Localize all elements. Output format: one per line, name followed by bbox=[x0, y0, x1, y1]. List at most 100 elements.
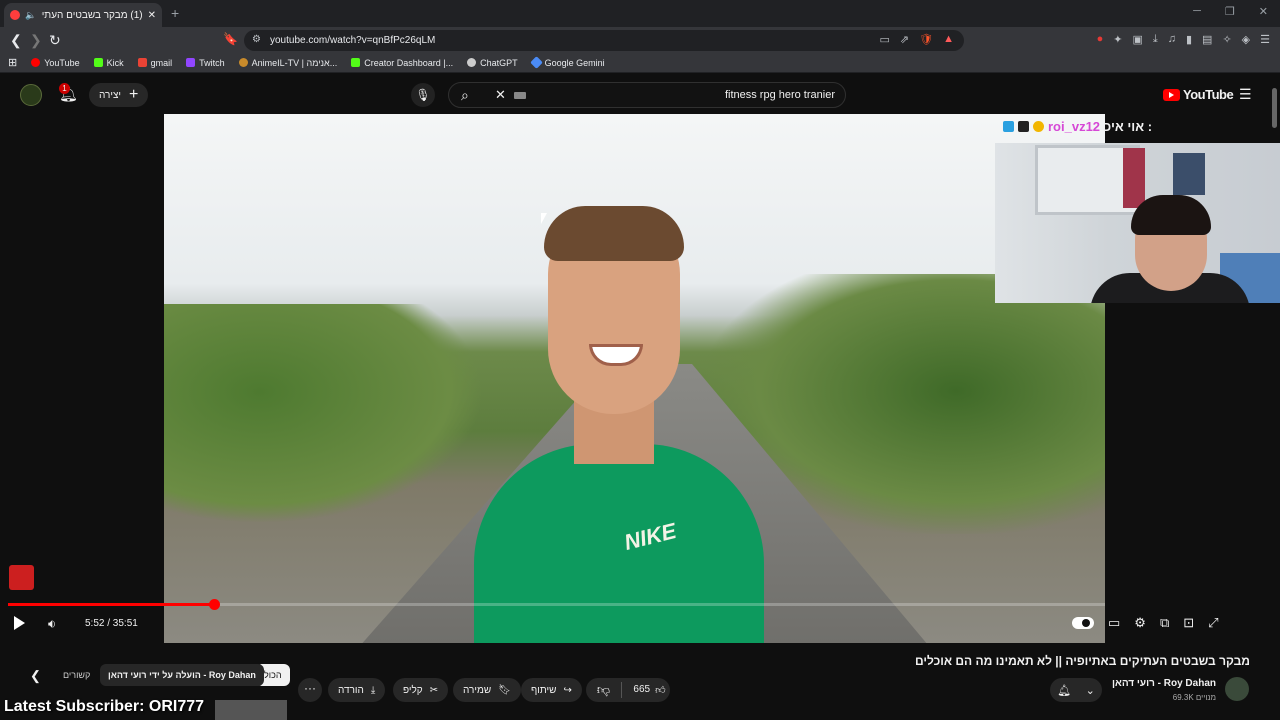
chevron-down-icon: ⌄ bbox=[1085, 684, 1095, 697]
badge-emote-icon bbox=[1018, 121, 1029, 132]
save-label: שמירה bbox=[463, 684, 492, 696]
scrollbar[interactable] bbox=[1272, 88, 1277, 128]
youtube-favicon-icon bbox=[10, 10, 20, 20]
bookmark-chatgpt[interactable]: ChatGPT bbox=[467, 58, 518, 68]
tab-title: (1) מבקר בשבטים העתיקים ב bbox=[41, 9, 143, 21]
autoplay-toggle[interactable] bbox=[1072, 617, 1094, 629]
voice-search-icon[interactable]: 🎙︎ bbox=[411, 83, 435, 107]
webcam-poster bbox=[1173, 153, 1205, 195]
brave-shield-icon[interactable]: 🛡 bbox=[919, 33, 933, 46]
download-icon[interactable]: ⤓ bbox=[1153, 33, 1158, 46]
reload-icon[interactable]: ↻ bbox=[49, 32, 61, 49]
puzzle-icon[interactable]: ✦ bbox=[1113, 33, 1122, 46]
share-icon: ↪ bbox=[563, 684, 572, 696]
miniplayer-icon[interactable]: ⧉ bbox=[1160, 615, 1169, 631]
like-dislike-group: 👎︎ 665 👍︎ bbox=[586, 678, 670, 702]
forward-icon[interactable]: ❯ bbox=[30, 32, 42, 49]
apps-icon[interactable]: ⊞ bbox=[8, 56, 17, 69]
save-button[interactable]: שמירה 🔖︎ bbox=[453, 678, 521, 702]
record-icon[interactable]: ● bbox=[1097, 33, 1104, 46]
progress-fill bbox=[8, 603, 215, 606]
download-button[interactable]: הורדה ⤓ bbox=[328, 678, 386, 702]
channel-avatar[interactable] bbox=[1225, 677, 1249, 701]
subscribed-button[interactable]: 🔔︎ ⌄ bbox=[1050, 678, 1102, 702]
subscribe-overlay-icon[interactable] bbox=[9, 565, 34, 590]
bookmark-twitch[interactable]: Twitch bbox=[186, 58, 225, 68]
share-button[interactable]: שיתוף ↪ bbox=[521, 678, 582, 702]
bookmark-youtube[interactable]: YouTube bbox=[31, 58, 80, 68]
cast-icon[interactable]: ⊡ bbox=[1183, 615, 1194, 631]
bookmark-kick[interactable]: Kick bbox=[93, 58, 124, 68]
more-actions-button[interactable]: ··· bbox=[298, 678, 322, 702]
browser-tabbar: 🔈 (1) מבקר בשבטים העתיקים ב ✕ + ─ ❐ ✕ bbox=[0, 0, 1280, 27]
chat-message: אוי איכ : bbox=[1104, 119, 1153, 134]
volume-icon[interactable]: 🔉︎ bbox=[48, 616, 56, 632]
maximize-icon[interactable]: ❐ bbox=[1225, 5, 1235, 18]
play-icon[interactable] bbox=[14, 616, 25, 630]
sidebar-icon[interactable]: ▮ bbox=[1186, 33, 1192, 46]
rewards-icon[interactable]: ▲ bbox=[943, 33, 954, 46]
youtube-icon bbox=[31, 58, 41, 67]
bookmark-gemini[interactable]: Google Gemini bbox=[529, 56, 605, 69]
subtitles-icon[interactable]: ▭ bbox=[1108, 615, 1120, 631]
bookmark-animeil[interactable]: AnimeIL-TV | אנימה... bbox=[238, 58, 337, 68]
create-button[interactable]: יצירה + bbox=[89, 83, 149, 107]
search-input[interactable]: fitness rpg hero tranier bbox=[725, 89, 835, 101]
search-box[interactable]: ⌕ ✕ fitness rpg hero tranier bbox=[448, 82, 846, 108]
logo-text: YouTube bbox=[1183, 87, 1234, 102]
camera-icon[interactable]: ▣ bbox=[1132, 33, 1142, 46]
guide-menu-icon[interactable]: ☰ bbox=[1239, 86, 1252, 103]
dislike-icon[interactable]: 👎︎ bbox=[586, 682, 622, 698]
search-icon[interactable]: ⌕ bbox=[461, 87, 469, 104]
bookmark-gmail[interactable]: gmail bbox=[137, 58, 172, 68]
url-text: youtube.com/watch?v=qnBfPc26qLM bbox=[270, 35, 436, 46]
chevron-left-icon[interactable]: ❮ bbox=[30, 668, 41, 684]
browser-tab[interactable]: 🔈 (1) מבקר בשבטים העתיקים ב ✕ bbox=[4, 3, 162, 27]
audio-icon[interactable]: 🔈 bbox=[25, 10, 36, 21]
player-right-controls: ▭ ⚙ ⧉ ⊡ ⤢ bbox=[1072, 615, 1219, 631]
clip-button[interactable]: קליפ ✂ bbox=[393, 678, 449, 702]
settings-icon[interactable]: ⚙ bbox=[1134, 615, 1146, 631]
back-icon[interactable]: ❮ bbox=[10, 32, 22, 49]
share-icon[interactable]: ⇗ bbox=[900, 33, 909, 46]
youtube-logo[interactable]: YouTube bbox=[1163, 87, 1234, 102]
kick-icon bbox=[351, 58, 361, 67]
chatgpt-icon bbox=[467, 58, 477, 67]
ai-icon[interactable]: ✧ bbox=[1222, 33, 1231, 46]
avatar[interactable] bbox=[20, 84, 42, 106]
video-player[interactable]: NIKE bbox=[164, 114, 1105, 643]
wallet-icon[interactable]: ▤ bbox=[1202, 33, 1212, 46]
mouse-cursor-icon bbox=[541, 213, 550, 224]
vpn-icon[interactable]: ◈ bbox=[1242, 33, 1250, 46]
address-bar[interactable]: ⚙ youtube.com/watch?v=qnBfPc26qLM ▭ ⇗ 🛡 … bbox=[244, 30, 964, 51]
bookmarks-bar: ⊞ YouTube Kick gmail Twitch AnimeIL-TV |… bbox=[0, 53, 1280, 73]
channel-name[interactable]: רועי דהאן - Roy Dahan bbox=[1112, 678, 1216, 689]
save-icon: 🔖︎ bbox=[498, 684, 511, 696]
bookmark-creator-dashboard[interactable]: Creator Dashboard |... bbox=[351, 58, 453, 68]
browser-toolbar: ❮ ❯ ↻ 🔖 ⚙ youtube.com/watch?v=qnBfPc26qL… bbox=[0, 27, 1280, 53]
progress-bar[interactable] bbox=[8, 599, 1105, 610]
latest-subscriber-overlay: Latest Subscriber: ORI777 bbox=[4, 698, 205, 715]
close-window-icon[interactable]: ✕ bbox=[1259, 5, 1268, 18]
music-icon[interactable]: ♫ bbox=[1168, 33, 1176, 46]
cast-icon[interactable]: ▭ bbox=[880, 33, 890, 46]
chip-related[interactable]: קשורים bbox=[55, 664, 98, 686]
menu-icon[interactable]: ☰ bbox=[1260, 33, 1270, 46]
green-shirt bbox=[474, 444, 764, 643]
recommended-thumbnail[interactable] bbox=[215, 700, 287, 720]
bookmark-icon[interactable]: 🔖 bbox=[223, 32, 238, 46]
chip-uploader[interactable]: הועלה על ידי רועי דהאן - Roy Dahan bbox=[100, 664, 264, 686]
animeil-icon bbox=[238, 58, 248, 67]
clear-search-icon[interactable]: ✕ bbox=[495, 87, 506, 103]
new-tab-button[interactable]: + bbox=[171, 5, 179, 21]
site-info-icon[interactable]: ⚙ bbox=[252, 34, 261, 45]
minimize-icon[interactable]: ─ bbox=[1193, 5, 1201, 18]
webcam-poster bbox=[1123, 148, 1145, 208]
like-button[interactable]: 665 👍︎ bbox=[629, 684, 670, 696]
keyboard-icon[interactable] bbox=[514, 92, 526, 99]
hair bbox=[544, 206, 684, 261]
video-title: מבקר בשבטים העתיקים באתיופיה || לא תאמינ… bbox=[914, 654, 1250, 668]
fullscreen-icon[interactable]: ⤢ bbox=[1208, 615, 1218, 631]
time-display: 5:52 / 35:51 bbox=[85, 618, 138, 629]
close-tab-icon[interactable]: ✕ bbox=[148, 10, 156, 21]
